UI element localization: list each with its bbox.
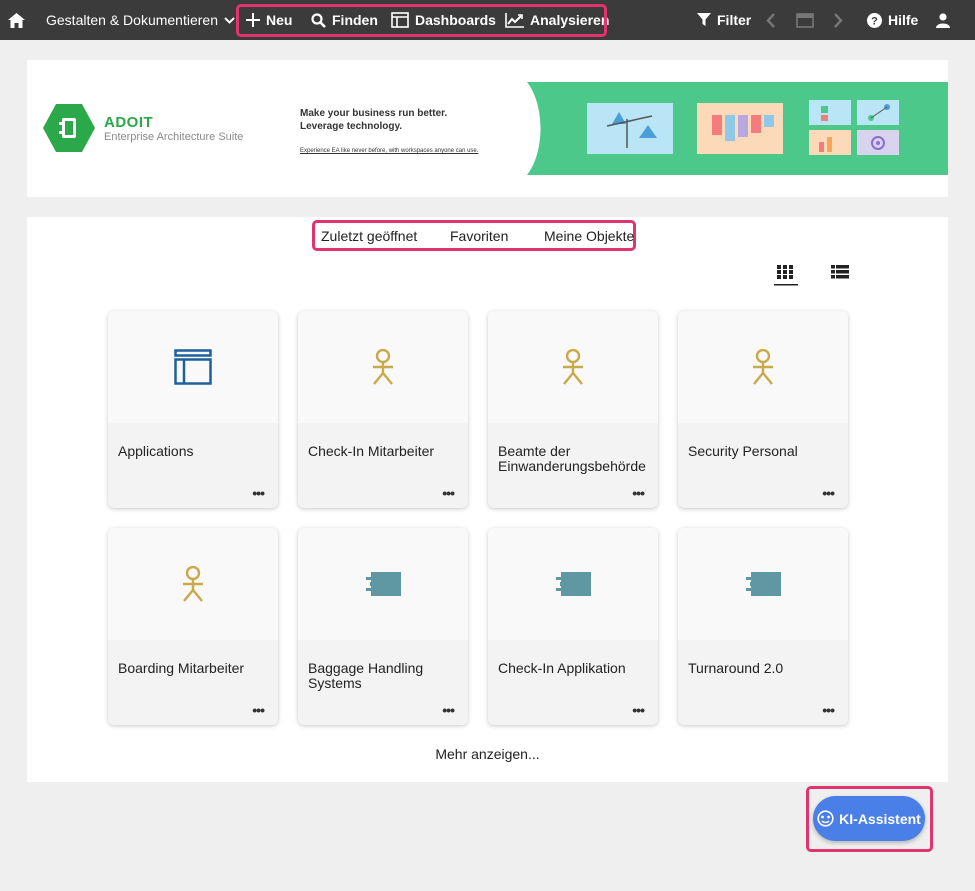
tile-icon-area: [488, 528, 658, 640]
filter-icon: [697, 13, 711, 26]
svg-text:?: ?: [871, 15, 878, 27]
show-more-row: Mehr anzeigen...: [0, 746, 975, 762]
more-options-icon[interactable]: •••: [822, 703, 835, 717]
chevron-down-icon: [224, 16, 235, 24]
tile-label: Security Personal: [688, 443, 798, 459]
component-icon: [366, 572, 401, 596]
help-button-label: Hilfe: [888, 12, 919, 28]
question-circle-icon: ?: [867, 12, 882, 28]
home-icon: [8, 12, 25, 28]
banner-link[interactable]: Experience EA like never before, with wo…: [300, 148, 478, 154]
person-icon: [373, 349, 393, 385]
ai-assistant-label: KI-Assistent: [839, 810, 921, 827]
tile-icon-area: [488, 311, 658, 423]
more-options-icon[interactable]: •••: [252, 486, 265, 500]
user-icon: [936, 12, 950, 28]
more-options-icon[interactable]: •••: [442, 486, 455, 500]
object-tile-boarding-staff[interactable]: Boarding Mitarbeiter •••: [108, 528, 278, 725]
more-options-icon[interactable]: •••: [442, 703, 455, 717]
design-document-menu[interactable]: Gestalten & Dokumentieren: [46, 0, 235, 40]
tile-label: Beamte der Einwanderungsbehörde: [498, 443, 646, 474]
object-tile-baggage-handling[interactable]: Baggage Handling Systems •••: [298, 528, 468, 725]
forward-button[interactable]: [833, 0, 843, 40]
person-icon: [753, 349, 773, 385]
object-tile-immigration-officers[interactable]: Beamte der Einwanderungsbehörde •••: [488, 311, 658, 508]
tab-favorites[interactable]: Favoriten: [450, 228, 508, 244]
tile-icon-area: [108, 528, 278, 640]
tile-icon-area: [298, 528, 468, 640]
tile-icon-area: [678, 311, 848, 423]
filter-button-label: Filter: [717, 12, 752, 28]
tile-label: Boarding Mitarbeiter: [118, 660, 245, 676]
more-options-icon[interactable]: •••: [252, 703, 265, 717]
brand-suite: Enterprise Architecture Suite: [104, 131, 244, 143]
tile-icon-area: [108, 311, 278, 423]
user-profile-button[interactable]: [936, 0, 950, 40]
help-button[interactable]: ? Hilfe: [867, 0, 918, 40]
window-button[interactable]: [796, 0, 814, 40]
chevron-left-icon: [766, 12, 775, 28]
ai-assistant-icon: [817, 810, 834, 827]
tile-label: Applications: [118, 443, 194, 459]
component-icon: [746, 572, 781, 596]
banner-tagline-2: Leverage technology.: [300, 121, 403, 132]
tile-label: Baggage Handling Systems: [308, 660, 424, 691]
tile-icon-area: [298, 311, 468, 423]
nav-highlight-box: [236, 4, 607, 37]
list-view-toggle[interactable]: [830, 264, 850, 285]
grid-view-toggle[interactable]: [774, 264, 798, 291]
tab-recently-opened[interactable]: Zuletzt geöffnet: [321, 228, 417, 244]
filter-button[interactable]: Filter: [697, 0, 751, 40]
window-icon: [796, 12, 814, 28]
grid-icon: [774, 265, 798, 286]
dashboard-layout-icon: [174, 349, 212, 385]
more-options-icon[interactable]: •••: [632, 486, 645, 500]
back-button[interactable]: [766, 0, 776, 40]
banner-illustration: [527, 82, 948, 175]
object-tile-security-personnel[interactable]: Security Personal •••: [678, 311, 848, 508]
more-options-icon[interactable]: •••: [822, 486, 835, 500]
tile-label: Turnaround 2.0: [688, 660, 784, 676]
banner-tagline-1: Make your business run better.: [300, 108, 448, 119]
chevron-right-icon: [834, 12, 843, 28]
adoit-logo-icon: [43, 104, 95, 152]
tile-label: Check-In Mitarbeiter: [308, 443, 435, 459]
component-icon: [556, 572, 591, 596]
person-icon: [183, 566, 203, 602]
object-tile-check-in-staff[interactable]: Check-In Mitarbeiter •••: [298, 311, 468, 508]
object-tile-check-in-application[interactable]: Check-In Applikation •••: [488, 528, 658, 725]
welcome-banner: ADOIT Enterprise Architecture Suite Make…: [27, 60, 948, 197]
more-options-icon[interactable]: •••: [632, 703, 645, 717]
list-icon: [831, 265, 849, 279]
object-tile-turnaround[interactable]: Turnaround 2.0 •••: [678, 528, 848, 725]
tile-icon-area: [678, 528, 848, 640]
ai-assistant-button[interactable]: KI-Assistent: [813, 796, 925, 841]
object-tabs: Zuletzt geöffnet Favoriten Meine Objekte: [314, 222, 635, 249]
tab-my-objects[interactable]: Meine Objekte: [544, 228, 634, 244]
home-button[interactable]: [8, 0, 25, 40]
person-icon: [563, 349, 583, 385]
show-more-link[interactable]: Mehr anzeigen...: [435, 746, 539, 762]
tile-label: Check-In Applikation: [498, 660, 626, 676]
brand-name: ADOIT: [104, 114, 154, 131]
object-tile-applications[interactable]: Applications •••: [108, 311, 278, 508]
design-document-menu-label: Gestalten & Dokumentieren: [46, 12, 218, 28]
